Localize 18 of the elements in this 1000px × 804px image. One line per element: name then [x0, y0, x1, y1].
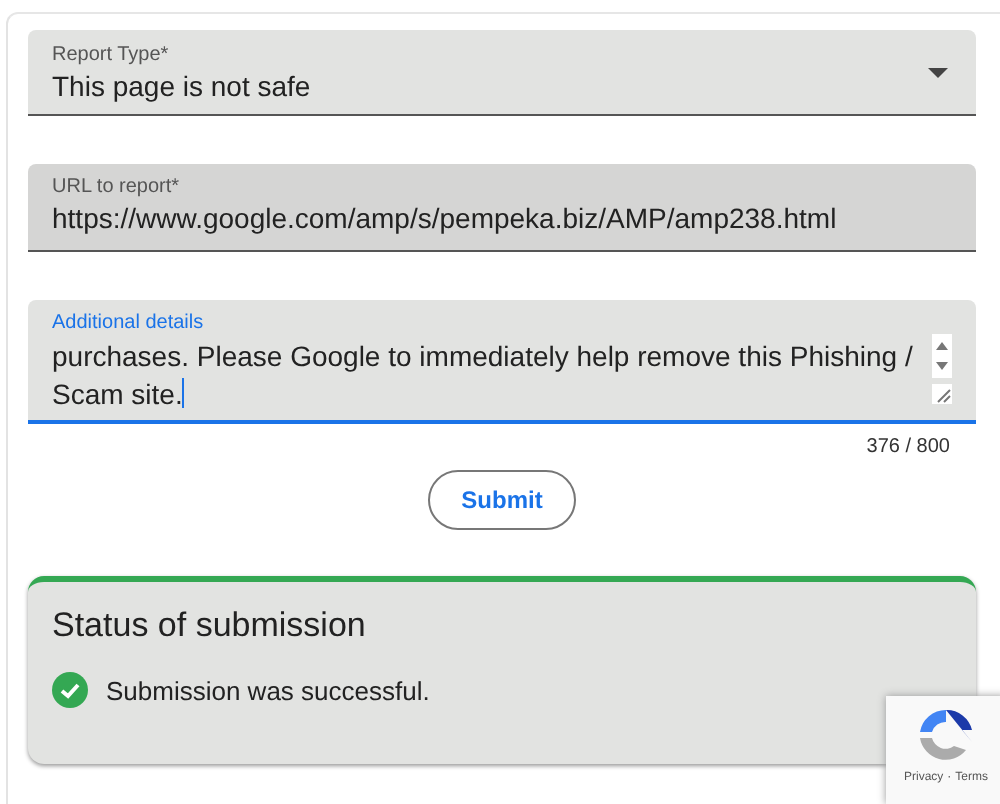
details-textarea[interactable]: Additional details purchases. Please Google to immediately help remove this Phishing / Scam site.: [28, 300, 976, 424]
field-label: Additional details: [52, 312, 206, 334]
caret-icon: [928, 68, 948, 78]
status-title: Status of submission: [52, 606, 368, 646]
status-message: Submission was successful.: [106, 675, 430, 705]
field-label: URL to report*: [52, 176, 182, 198]
resize-handle-icon[interactable]: [932, 384, 952, 404]
url-field[interactable]: URL to report* https://www.google.com/amp/s/pempeka.biz/AMP/amp238.html: [28, 164, 976, 252]
character-counter: 376 / 800: [864, 436, 950, 458]
report-type-dropdown[interactable]: Report Type* This page is not safe: [28, 30, 976, 116]
check-circle-icon: [52, 672, 88, 708]
scroll-arrows-icon[interactable]: [932, 334, 952, 378]
field-value: https://www.google.com/amp/s/pempeka.biz/AMP/amp238.html: [52, 202, 839, 234]
recaptcha-logo-icon: [914, 706, 978, 766]
field-value: purchases. Please Google to immediately help remove this Phishing / Scam site.: [52, 338, 915, 414]
field-label: Report Type*: [52, 44, 171, 66]
field-value: This page is not safe: [52, 70, 313, 102]
submit-button[interactable]: Submit: [428, 470, 576, 530]
